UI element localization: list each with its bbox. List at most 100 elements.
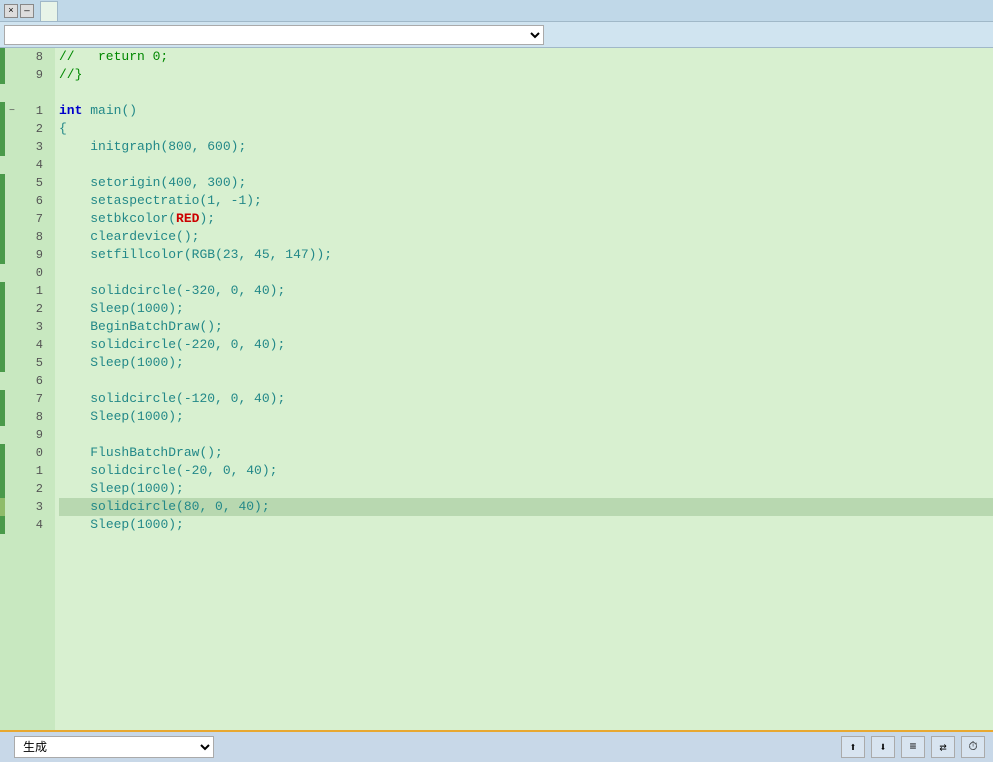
line-number: 7 [19,390,47,408]
scope-dropdown[interactable] [4,25,544,45]
code-token: Sleep [90,481,129,496]
code-line: Sleep(1000); [59,300,993,318]
gutter-row: 8 [0,408,55,426]
fold-icon [5,174,19,192]
code-line [59,156,993,174]
line-number: 8 [19,228,47,246]
swap-icon[interactable]: ⇄ [931,736,955,758]
code-token [59,229,90,244]
code-token: (1000); [129,355,184,370]
scroll-up-icon[interactable]: ⬆ [841,736,865,758]
code-line: BeginBatchDraw(); [59,318,993,336]
align-icon[interactable]: ≡ [901,736,925,758]
line-number: 9 [19,66,47,84]
code-line: Sleep(1000); [59,354,993,372]
gutter-row: 7 [0,390,55,408]
gutter-row: −1 [0,102,55,120]
code-token [59,355,90,370]
code-token: (1000); [129,481,184,496]
gutter-row: 0 [0,264,55,282]
code-token [59,301,90,316]
gutter-row: 3 [0,138,55,156]
fold-icon [5,282,19,300]
fold-icon [5,84,19,102]
line-gutter: 89−123456789012345678901234 [0,48,55,730]
fold-icon [5,462,19,480]
line-number: 3 [19,498,47,516]
fold-icon [5,246,19,264]
line-number: 6 [19,372,47,390]
gutter-row: 9 [0,66,55,84]
editor-area: 89−123456789012345678901234 // return 0;… [0,48,993,730]
scroll-down-icon[interactable]: ⬇ [871,736,895,758]
code-line: Sleep(1000); [59,516,993,534]
fold-icon [5,516,19,534]
line-number: 0 [19,444,47,462]
window-controls[interactable]: × — [4,4,34,18]
code-line: cleardevice(); [59,228,993,246]
source-dropdown[interactable]: 生成 [14,736,214,758]
line-number: 8 [19,408,47,426]
minimize-button[interactable]: — [20,4,34,18]
line-number: 1 [19,102,47,120]
code-token [59,193,90,208]
code-token [59,283,90,298]
code-token: ( [184,247,192,262]
code-line: //} [59,66,993,84]
gutter-row: 6 [0,192,55,210]
line-number: 4 [19,156,47,174]
code-line: Sleep(1000); [59,408,993,426]
fold-icon[interactable]: − [5,102,19,120]
code-token: setfillcolor [90,247,184,262]
gutter-row: 3 [0,498,55,516]
code-token: (1, -1); [199,193,261,208]
close-button[interactable]: × [4,4,18,18]
gutter-row [0,84,55,102]
code-token: initgraph [90,139,160,154]
code-token [59,463,90,478]
code-line [59,372,993,390]
line-number: 4 [19,516,47,534]
code-token: () [121,103,137,118]
fold-icon [5,192,19,210]
code-token [59,175,90,190]
code-token: //} [59,67,82,82]
gutter-row: 2 [0,480,55,498]
code-token: solidcircle [90,337,176,352]
gutter-row: 4 [0,336,55,354]
code-token [59,337,90,352]
code-token: solidcircle [90,391,176,406]
gutter-row: 7 [0,210,55,228]
code-token: main [90,103,121,118]
gutter-row: 1 [0,462,55,480]
gutter-row: 9 [0,426,55,444]
fold-icon [5,264,19,282]
code-line: solidcircle(-20, 0, 40); [59,462,993,480]
line-number: 3 [19,138,47,156]
line-number: 2 [19,480,47,498]
fold-icon [5,318,19,336]
gutter-row: 8 [0,228,55,246]
code-line: solidcircle(80, 0, 40); [59,498,993,516]
code-line: Sleep(1000); [59,480,993,498]
code-token: BeginBatchDraw [90,319,199,334]
code-token: (800, 600); [160,139,246,154]
code-line: solidcircle(-320, 0, 40); [59,282,993,300]
code-token [59,409,90,424]
code-token: (-120, 0, 40); [176,391,285,406]
line-number: 2 [19,300,47,318]
file-tab[interactable] [40,1,58,21]
line-number: 0 [19,264,47,282]
fold-icon [5,300,19,318]
fold-icon [5,228,19,246]
code-line: solidcircle(-220, 0, 40); [59,336,993,354]
code-content[interactable]: // return 0;//} int main(){ initgraph(80… [55,48,993,730]
clock-icon[interactable]: ⏱ [961,736,985,758]
fold-icon [5,120,19,138]
fold-icon [5,480,19,498]
code-token: (1000); [129,409,184,424]
code-token: int [59,103,82,118]
code-line: initgraph(800, 600); [59,138,993,156]
gutter-row: 2 [0,300,55,318]
code-token: (); [199,445,222,460]
